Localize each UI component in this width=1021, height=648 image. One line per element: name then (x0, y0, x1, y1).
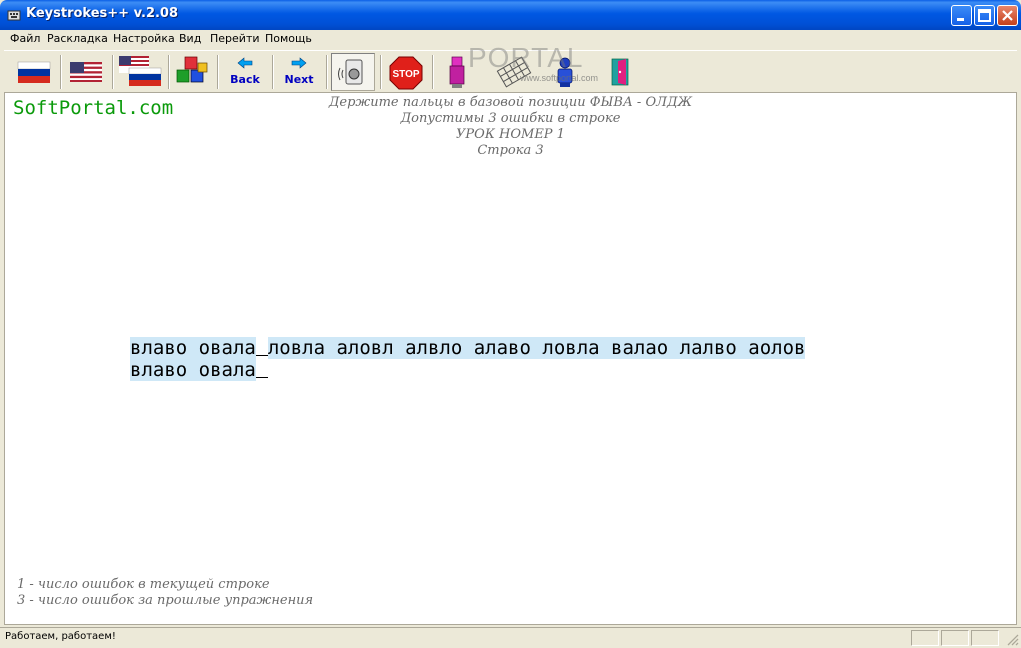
arrow-left-icon (237, 57, 253, 69)
menu-help[interactable]: Помощь (265, 32, 312, 45)
usa-flag-icon (70, 62, 102, 82)
stop-sign-icon: STOP (389, 56, 423, 90)
status-panel-2 (941, 630, 969, 646)
menu-settings[interactable]: Настройка (113, 32, 175, 45)
user-typed-text: влаво овала (130, 359, 256, 381)
target-remaining-part: ловла аловл алвло алаво ловла валао лалв… (267, 337, 806, 359)
russia-flag-icon (17, 61, 51, 83)
dual-flags-icon (119, 56, 162, 86)
status-text: Работаем, работаем! (5, 631, 116, 642)
speaker-icon (338, 59, 363, 85)
target-typed-part: влаво овала (130, 337, 256, 359)
instruction-line: Держите пальцы в базовой позиции ФЫВА - … (328, 95, 693, 110)
next-label: Next (284, 73, 314, 86)
maximize-icon (978, 9, 991, 22)
lesson-area[interactable]: SoftPortal.com Держите пальцы в базовой … (4, 92, 1017, 625)
resize-grip-icon[interactable] (1006, 633, 1019, 646)
line-number: Строка 3 (477, 143, 544, 158)
window-title: Keystrokes++ v.2.08 (26, 6, 179, 21)
cubes-icon (176, 56, 208, 83)
next-button[interactable]: Next (276, 53, 322, 91)
status-bar: Работаем, работаем! (0, 627, 1021, 648)
russian-layout-button[interactable] (14, 53, 54, 91)
typed-line: влаво овала (130, 359, 268, 381)
mixed-layout-button[interactable] (117, 53, 163, 91)
english-layout-button[interactable] (66, 53, 106, 91)
legend-past-errors: 3 - число ошибок за прошлые упражнения (17, 593, 314, 608)
back-label: Back (230, 73, 260, 86)
back-button[interactable]: Back (222, 53, 268, 91)
watermark-logo: PORTAL (468, 42, 584, 73)
maximize-button[interactable] (974, 5, 995, 26)
text-cursor (255, 337, 268, 356)
exercises-button[interactable] (174, 53, 210, 91)
exit-button[interactable] (604, 53, 636, 91)
watermark-url: www.softportal.com (520, 73, 599, 83)
exit-door-icon (611, 58, 629, 86)
close-button[interactable] (997, 5, 1018, 26)
minimize-icon (957, 18, 964, 21)
target-line: влаво овала ловла аловл алвло алаво ловла… (130, 337, 806, 359)
status-panel-3 (971, 630, 999, 646)
stop-button[interactable]: STOP (386, 53, 426, 91)
legend-current-errors: 1 - число ошибок в текущей строке (17, 577, 270, 592)
minimize-button[interactable] (951, 5, 972, 26)
sound-toggle-button[interactable] (331, 53, 375, 91)
errors-allowed-line: Допустимы 3 ошибки в строке (400, 111, 621, 126)
input-cursor (255, 359, 268, 378)
lesson-number: УРОК НОМЕР 1 (456, 127, 565, 142)
menu-view[interactable]: Вид (179, 32, 201, 45)
menu-layout[interactable]: Раскладка (47, 32, 108, 45)
status-panel-1 (911, 630, 939, 646)
menu-goto[interactable]: Перейти (210, 32, 260, 45)
stop-label: STOP (392, 69, 419, 80)
title-bar[interactable]: Keystrokes++ v.2.08 (0, 0, 1021, 30)
arrow-right-icon (291, 57, 307, 69)
close-icon (1002, 10, 1013, 21)
menu-file[interactable]: Файл (10, 32, 40, 45)
app-icon[interactable] (6, 7, 22, 23)
